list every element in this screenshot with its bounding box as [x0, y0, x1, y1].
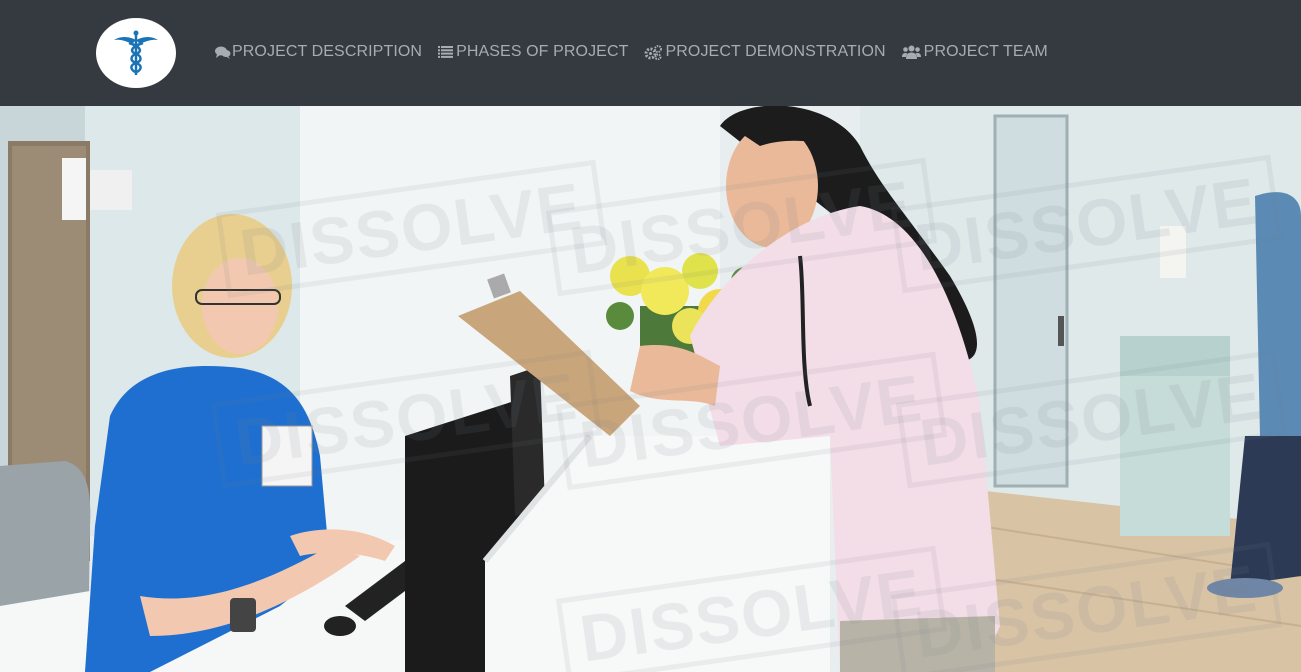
hospital-reception-illustration [0, 106, 1301, 672]
nav-project-description[interactable]: PROJECT DESCRIPTION [215, 43, 422, 61]
nav-project-team[interactable]: PROJECT TEAM [901, 43, 1048, 61]
top-navbar: PROJECT DESCRIPTION PHASES OF PROJECT PR… [0, 0, 1301, 106]
comments-icon [215, 46, 231, 59]
caduceus-icon [114, 30, 158, 75]
main-navigation: PROJECT DESCRIPTION PHASES OF PROJECT PR… [215, 41, 1064, 63]
nav-label-project-team: PROJECT TEAM [923, 43, 1048, 60]
nav-label-project-description: PROJECT DESCRIPTION [232, 43, 423, 60]
nav-label-project-demonstration: PROJECT DEMONSTRATION [665, 43, 886, 60]
list-icon [438, 46, 454, 58]
cogs-icon [644, 44, 663, 60]
nav-project-demonstration[interactable]: PROJECT DEMONSTRATION [644, 43, 886, 61]
users-icon [901, 45, 921, 59]
nav-phases-of-project[interactable]: PHASES OF PROJECT [438, 43, 628, 61]
site-logo[interactable] [96, 18, 176, 88]
hero-image: DISSOLVE DISSOLVE DISSOLVE DISSOLVE DISS… [0, 106, 1301, 672]
nav-label-phases-of-project: PHASES OF PROJECT [456, 43, 629, 60]
